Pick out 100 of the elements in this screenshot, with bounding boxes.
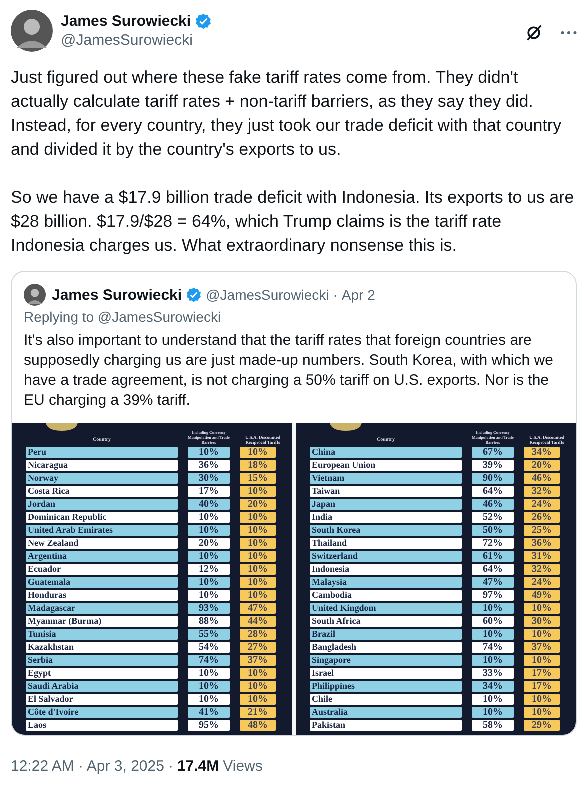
table-cell: 61%	[472, 550, 514, 562]
table-cell: 17%	[524, 680, 560, 692]
view-count: 17.4M	[177, 758, 220, 775]
quote-text: It's also important to understand that the tariff rates that foreign countries are supposedly charging us are just made-up numbers. South Korea, with which we have a trade agreement, is not charging a 50% tariff on U.S. exports. Nor is the EU charging a 39% tariff.	[24, 331, 554, 411]
table-cell: 10%	[240, 576, 276, 588]
table-cell: 60%	[472, 616, 514, 627]
quoted-tweet[interactable]	[11, 271, 577, 736]
replying-to-label: Replying to @JamesSurowiecki	[23, 308, 222, 325]
table-cell: 97%	[472, 590, 514, 601]
tweet-text: So we have a $17.9 billion trade deficit with Indonesia. Its exports to us are $28 billion. $17.9/$28 = 64%, which Trump claims is the tariff rate Indonesia charges us. What extraordinary nonsense this is.	[11, 187, 576, 257]
table-cell: 58%	[472, 720, 514, 731]
table-cell: Dominican Republic	[26, 512, 178, 523]
table-cell: Madagascar	[26, 602, 178, 614]
tweet-text: Just figured out where these fake tariff rates come from. They didn't actually calculate tariff rates + non-tariff barriers, as they say they did. Instead, for every country, they just took our trade deficit with that country and divided it by the country's exports to us.	[11, 67, 563, 161]
author-name: James Surowiecki	[52, 286, 182, 304]
table-cell: 10%	[472, 602, 514, 614]
table-cell: 10%	[240, 486, 276, 497]
table-cell: 15%	[240, 472, 276, 484]
table-cell: Egypt	[26, 668, 178, 679]
separator: ·	[168, 758, 174, 775]
author-handle[interactable]: @JamesSurowiecki	[61, 32, 517, 49]
table-cell: 10%	[472, 694, 514, 705]
avatar-icon[interactable]	[11, 10, 53, 52]
table-cell: El Salvador	[26, 694, 178, 705]
table-cell: 88%	[188, 616, 230, 627]
table-cell: 55%	[188, 628, 230, 640]
table-cell: 36%	[188, 460, 230, 471]
table-cell: 17%	[524, 668, 560, 679]
table-cell: 10%	[240, 590, 276, 601]
table-cell: 10%	[524, 602, 560, 614]
table-cell: Bangladesh	[310, 642, 462, 653]
more-icon[interactable]	[561, 31, 577, 35]
table-cell: 10%	[240, 446, 276, 458]
table-cell: 34%	[472, 680, 514, 692]
table-cell: Taiwan	[310, 486, 462, 497]
table-cell: 90%	[472, 472, 514, 484]
table-cell: 10%	[188, 550, 230, 562]
table-cell: 20%	[188, 538, 230, 549]
table-cell: 39%	[472, 460, 514, 471]
table-cell: 52%	[472, 512, 514, 523]
table-cell: 32%	[524, 486, 560, 497]
table-cell: 10%	[240, 538, 276, 549]
table-cell: 74%	[472, 642, 514, 653]
table-cell: Norway	[26, 472, 178, 484]
table-cell: United Arab Emirates	[26, 524, 178, 536]
table-cell: 10%	[524, 628, 560, 640]
author-name[interactable]: James Surowiecki	[61, 13, 192, 30]
table-cell: Malaysia	[310, 576, 462, 588]
table-cell: 64%	[472, 564, 514, 575]
table-cell: Brazil	[310, 628, 462, 640]
table-cell: 64%	[472, 486, 514, 497]
table-cell: Cambodia	[310, 590, 462, 601]
table-cell: 10%	[240, 512, 276, 523]
table-cell: Argentina	[26, 550, 178, 562]
table-cell: 32%	[524, 564, 560, 575]
tweet-date: Apr 2	[342, 287, 376, 303]
table-cell: 20%	[240, 498, 276, 510]
table-cell: Kazakhstan	[26, 642, 178, 653]
table-cell: 10%	[240, 694, 276, 705]
table-cell: United Kingdom	[310, 602, 462, 614]
table-cell: 12%	[188, 564, 230, 575]
table-cell: 40%	[188, 498, 230, 510]
table-cell: China	[310, 446, 462, 458]
table-cell: 46%	[524, 472, 560, 484]
table-cell: South Korea	[310, 524, 462, 536]
table-cell: 10%	[188, 668, 230, 679]
table-cell: 50%	[472, 524, 514, 536]
table-cell: 27%	[240, 642, 276, 653]
table-cell: 24%	[524, 576, 560, 588]
table-cell: Japan	[310, 498, 462, 510]
table-cell: 33%	[472, 668, 514, 679]
table-cell: Myanmar (Burma)	[26, 616, 178, 627]
table-cell: 29%	[524, 720, 560, 731]
timestamp[interactable]: 12:22 AM · Apr 3, 2025	[11, 758, 164, 775]
separator: ·	[333, 287, 338, 303]
table-cell: 30%	[188, 472, 230, 484]
table-cell: Vietnam	[310, 472, 462, 484]
table-cell: 48%	[240, 720, 276, 731]
table-cell: Peru	[26, 446, 178, 458]
table-cell: 10%	[472, 628, 514, 640]
table-cell: Laos	[26, 720, 178, 731]
table-cell: 44%	[240, 616, 276, 627]
table-cell: Thailand	[310, 538, 462, 549]
table-cell: 10%	[240, 668, 276, 679]
table-cell: 10%	[524, 706, 560, 718]
table-cell: India	[310, 512, 462, 523]
table-cell: Singapore	[310, 654, 462, 666]
seal-icon	[44, 423, 80, 431]
table-cell: 25%	[524, 524, 560, 536]
table-cell: 49%	[524, 590, 560, 601]
table-cell: Côte d'Ivoire	[26, 706, 178, 718]
table-cell: 72%	[472, 538, 514, 549]
seal-icon	[328, 423, 364, 431]
table-cell: 10%	[188, 512, 230, 523]
table-cell: 21%	[240, 706, 276, 718]
table-cell: 28%	[240, 628, 276, 640]
table-cell: 30%	[524, 616, 560, 627]
views-label: Views	[223, 758, 263, 775]
table-cell: 34%	[524, 446, 560, 458]
table-cell: Indonesia	[310, 564, 462, 575]
